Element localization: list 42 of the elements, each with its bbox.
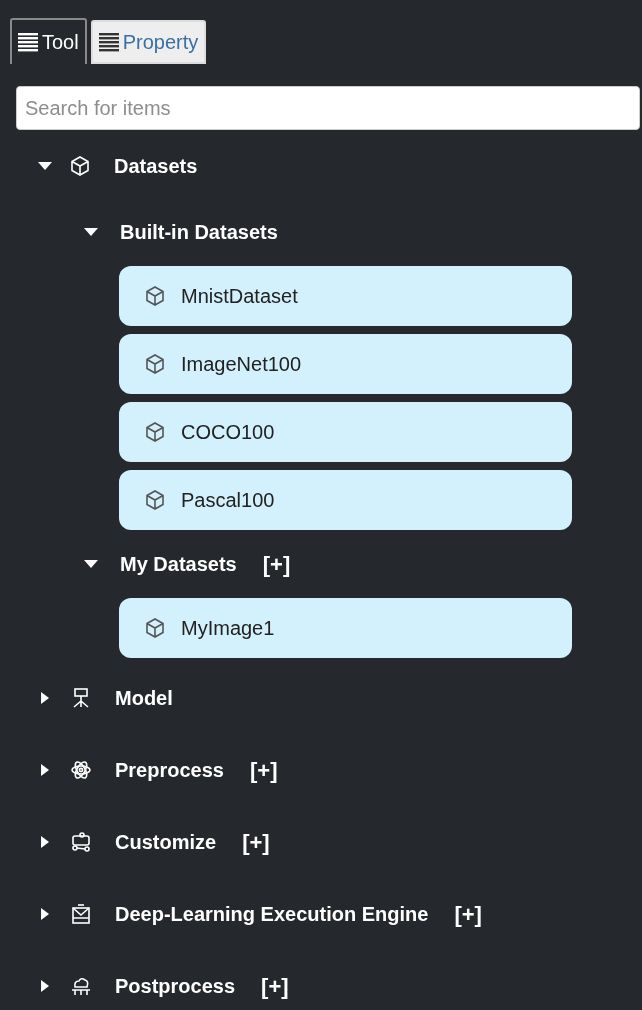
add-link[interactable]: [+] [454, 897, 482, 931]
network-icon [71, 832, 91, 852]
cube-icon [145, 422, 165, 442]
caret-right-icon[interactable] [41, 908, 49, 920]
list-icon [98, 32, 119, 52]
list-icon [18, 32, 38, 52]
caret-right-icon[interactable] [41, 764, 49, 776]
tab[interactable]: Tool [10, 18, 87, 64]
category-label[interactable]: Postprocess [115, 971, 236, 1001]
group-label[interactable]: My Datasets [120, 549, 237, 579]
category-label[interactable]: Customize [115, 827, 217, 857]
dataset-item[interactable]: MnistDataset [119, 266, 572, 326]
dataset-item[interactable]: MyImage1 [119, 598, 572, 658]
dataset-item[interactable]: Pascal100 [119, 470, 572, 530]
cube-icon [145, 618, 165, 638]
group-label[interactable]: Built-in Datasets [120, 217, 278, 247]
add-link[interactable]: [+] [249, 753, 278, 787]
cloud-icon [71, 976, 91, 996]
dataset-item[interactable]: COCO100 [119, 402, 572, 462]
cube-icon [145, 490, 165, 510]
cube-icon [70, 156, 90, 176]
atom-icon [71, 760, 91, 780]
category-label[interactable]: Model [115, 683, 173, 713]
caret-down-icon[interactable] [84, 227, 98, 237]
dataset-item[interactable]: ImageNet100 [119, 334, 572, 394]
hierarchy-icon [71, 688, 91, 708]
search-field[interactable]: Search for items [16, 86, 640, 130]
caret-right-icon[interactable] [41, 836, 49, 848]
add-link[interactable]: [+] [242, 825, 270, 859]
cube-icon [145, 354, 165, 374]
caret-down-icon[interactable] [38, 161, 52, 171]
add-link[interactable]: [+] [261, 969, 289, 1003]
category-label[interactable]: Deep-Learning Execution Engine [115, 899, 429, 929]
add-link[interactable]: [+] [262, 547, 291, 581]
caret-down-icon[interactable] [84, 559, 98, 569]
caret-right-icon[interactable] [41, 692, 49, 704]
category-label[interactable]: Datasets [114, 151, 198, 181]
category-label[interactable]: Preprocess [115, 755, 224, 785]
inbox-icon [71, 904, 91, 924]
tab[interactable]: Property [90, 20, 207, 64]
caret-right-icon[interactable] [41, 980, 49, 992]
cube-icon [145, 286, 165, 306]
